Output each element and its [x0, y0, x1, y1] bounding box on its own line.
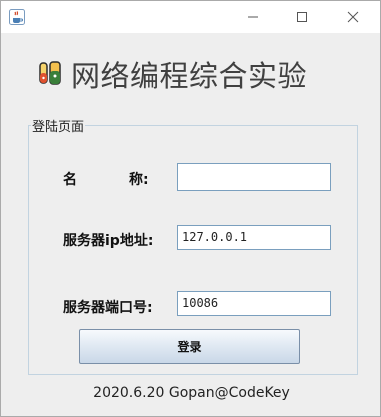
server-port-label: 服务器端口号: [63, 300, 153, 316]
name-label-part1: 名 [63, 172, 77, 188]
test-tubes-icon [37, 59, 65, 87]
maximize-icon[interactable] [279, 1, 325, 33]
footer-credit: 2020.6.20 Gopan@CodeKey [93, 385, 290, 401]
name-label: 名 称: [63, 169, 149, 189]
name-input[interactable] [177, 163, 331, 191]
page-title: 网络编程综合实验 [71, 59, 308, 93]
app-window: 网络编程综合实验 登陆页面 名 称: 服务器ip地址: 127.0.0.1 服务器… [0, 0, 381, 417]
server-port-input[interactable]: 10086 [177, 291, 331, 316]
java-cup-icon [9, 9, 25, 25]
server-ip-label: 服务器ip地址: [63, 233, 154, 249]
group-legend: 登陆页面 [31, 116, 86, 135]
close-icon[interactable] [330, 1, 376, 33]
server-ip-input[interactable]: 127.0.0.1 [177, 225, 331, 250]
title-bar[interactable] [1, 1, 380, 33]
minimize-icon[interactable] [230, 1, 276, 33]
login-button[interactable]: 登录 [79, 329, 300, 364]
name-label-part2: 称: [129, 172, 149, 188]
